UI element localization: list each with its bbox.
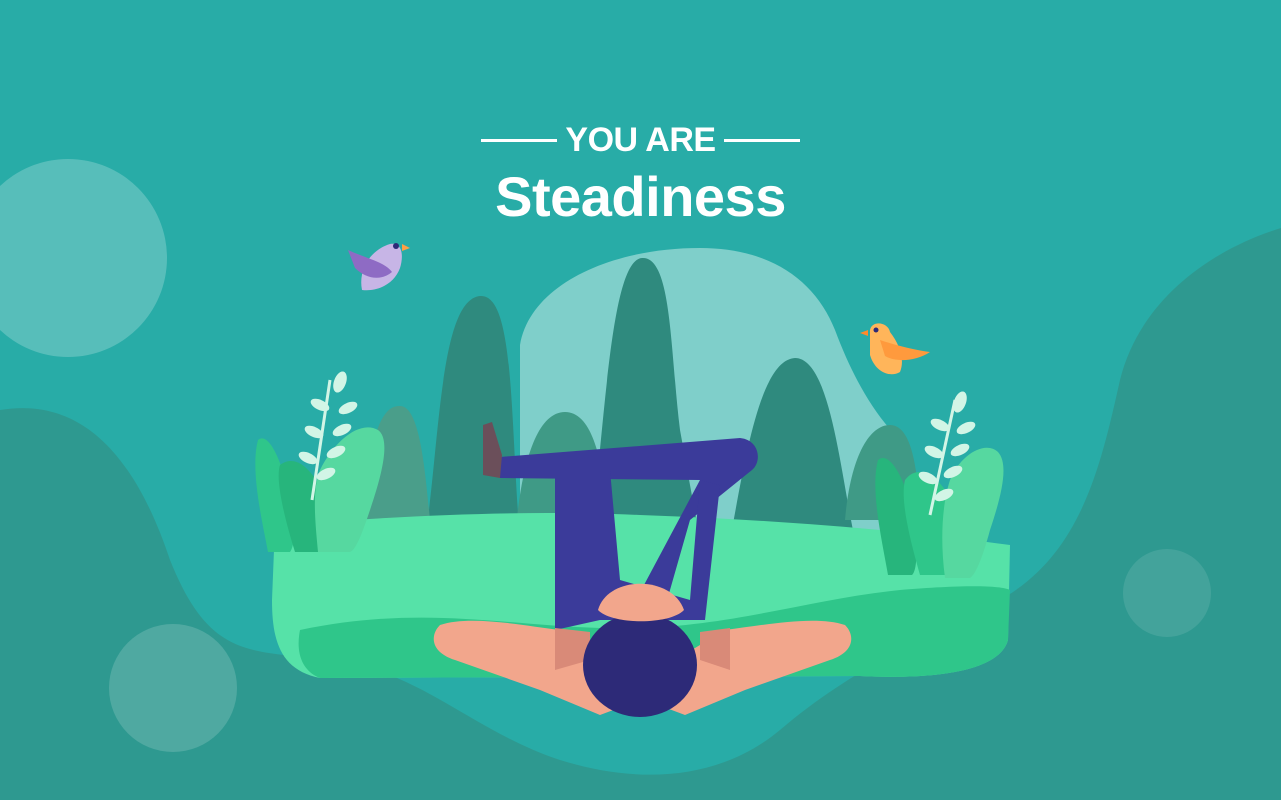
kicker-row: YOU ARE [0, 118, 1281, 162]
person-head [583, 613, 697, 717]
kicker-line-left [481, 138, 558, 142]
kicker-line-right [723, 138, 800, 142]
headline-text: Steadiness [495, 165, 786, 228]
title-block: YOU ARE Steadiness [0, 118, 1281, 230]
kicker-text: YOU ARE [565, 121, 716, 159]
bird-orange-icon [860, 323, 930, 375]
circle-right [1123, 549, 1211, 637]
mountain-left [425, 295, 520, 540]
circle-bottom-left [109, 624, 237, 752]
bird-purple-icon [348, 243, 410, 291]
